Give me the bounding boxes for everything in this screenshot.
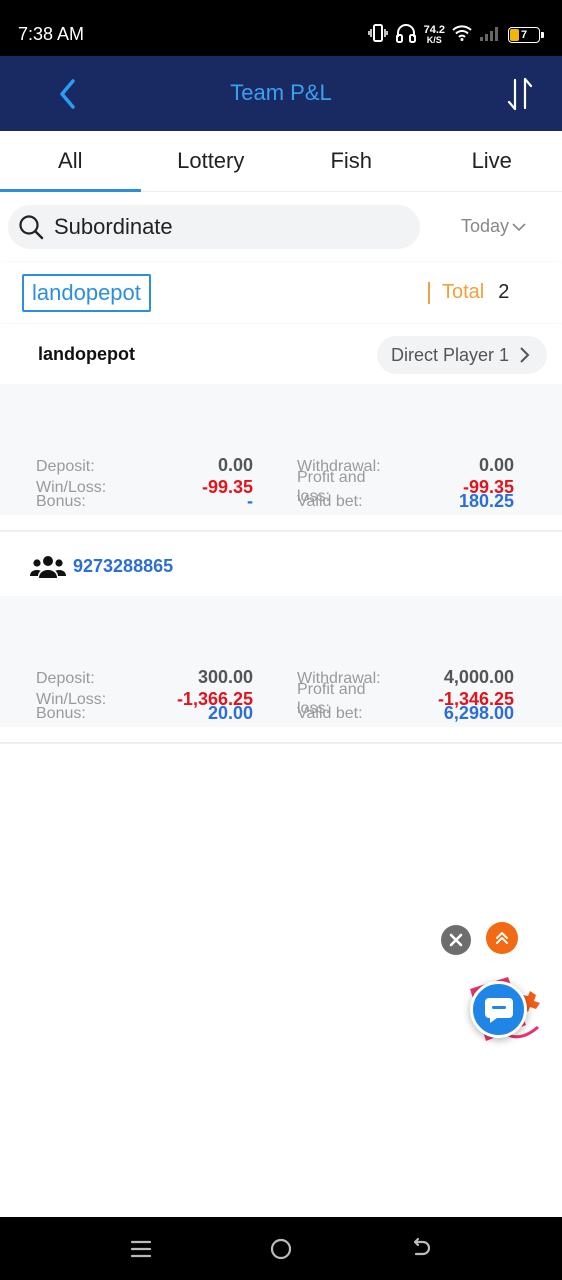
member-card: landopepot Direct Player 1 Deposit: 0.00… — [0, 324, 562, 515]
tab-all[interactable]: All — [0, 131, 141, 192]
member-card-header: landopepot Direct Player 1 — [0, 324, 562, 384]
chat-icon — [484, 997, 513, 1023]
status-time: 7:38 AM — [18, 24, 85, 44]
scroll-top-button[interactable] — [486, 922, 518, 954]
category-tabs: All Lottery Fish Live — [0, 131, 562, 192]
search-icon — [19, 215, 44, 240]
back-nav-button[interactable] — [405, 1233, 437, 1265]
deposit-value: 0.00 — [217, 455, 253, 475]
total-divider — [428, 281, 430, 304]
chat-button[interactable] — [470, 981, 527, 1038]
battery-icon: 7 — [508, 27, 544, 43]
date-filter-value: Today — [461, 216, 510, 236]
wifi-icon — [452, 24, 472, 46]
total-count: Total 2 — [428, 281, 509, 304]
home-circle-icon — [270, 1238, 292, 1260]
withdrawal-value: 4,000.00 — [443, 667, 514, 687]
signal-icon — [479, 25, 501, 46]
date-filter-select[interactable]: Today — [461, 216, 526, 237]
card-divider — [0, 530, 562, 532]
tab-live[interactable]: Live — [422, 131, 562, 191]
net-speed: 74.2 K/S — [423, 24, 445, 45]
team-icon — [30, 556, 66, 578]
profit-loss-label: Profit and loss: — [297, 681, 366, 717]
headset-icon — [395, 23, 417, 48]
profit-loss-value: -1,346.25 — [437, 689, 514, 709]
profit-loss-value: -99.35 — [462, 477, 514, 497]
deposit-value: 300.00 — [197, 667, 253, 687]
deposit-label: Deposit: — [36, 458, 95, 475]
win-loss-label: Win/Loss: — [36, 479, 107, 496]
status-icons: 74.2 K/S 7 — [367, 22, 544, 48]
double-chevron-up-icon — [496, 932, 508, 944]
total-value: 2 — [498, 281, 510, 303]
member-card: 9273288865 Deposit: 300.00 Withdrawal: 4… — [0, 536, 562, 727]
deposit-label: Deposit: — [36, 670, 95, 687]
current-user-tag[interactable]: landopepot — [22, 274, 151, 312]
card-divider — [0, 742, 562, 744]
back-nav-icon — [413, 1237, 431, 1256]
member-name[interactable]: 9273288865 — [73, 556, 173, 577]
chevron-down-icon — [512, 222, 526, 231]
sort-icon — [507, 77, 533, 111]
system-nav-bar — [0, 1217, 562, 1280]
total-label: Total — [442, 281, 485, 303]
tab-fish[interactable]: Fish — [281, 131, 422, 191]
search-value: Subordinate — [54, 214, 173, 239]
home-button[interactable] — [265, 1233, 297, 1265]
search-input[interactable]: Subordinate — [8, 205, 420, 249]
status-bar: 7:38 AM 74.2 K/S 7 — [0, 0, 562, 56]
customer-service-widget[interactable] — [464, 975, 544, 1051]
profit-loss-label: Profit and loss: — [297, 469, 366, 505]
direct-player-button[interactable]: Direct Player 1 — [377, 336, 547, 374]
win-loss-label: Win/Loss: — [36, 691, 107, 708]
chevron-right-icon — [520, 347, 530, 363]
sort-button[interactable] — [500, 74, 540, 114]
summary-bar: landopepot Total 2 — [0, 263, 562, 323]
withdrawal-value: 0.00 — [478, 455, 514, 475]
win-loss-value: -1,366.25 — [176, 689, 253, 709]
win-loss-value: -99.35 — [201, 477, 253, 497]
tab-lottery[interactable]: Lottery — [141, 131, 282, 191]
member-card-header: 9273288865 — [0, 536, 562, 596]
member-name: landopepot — [38, 344, 135, 364]
vibrate-icon — [367, 23, 388, 48]
close-float-button[interactable] — [441, 925, 471, 955]
menu-icon — [130, 1240, 152, 1258]
page-title: Team P&L — [230, 80, 332, 105]
app-header: Team P&L — [0, 56, 562, 131]
direct-player-label: Direct Player 1 — [391, 344, 510, 365]
recent-apps-button[interactable] — [125, 1233, 157, 1265]
close-icon — [449, 933, 463, 947]
